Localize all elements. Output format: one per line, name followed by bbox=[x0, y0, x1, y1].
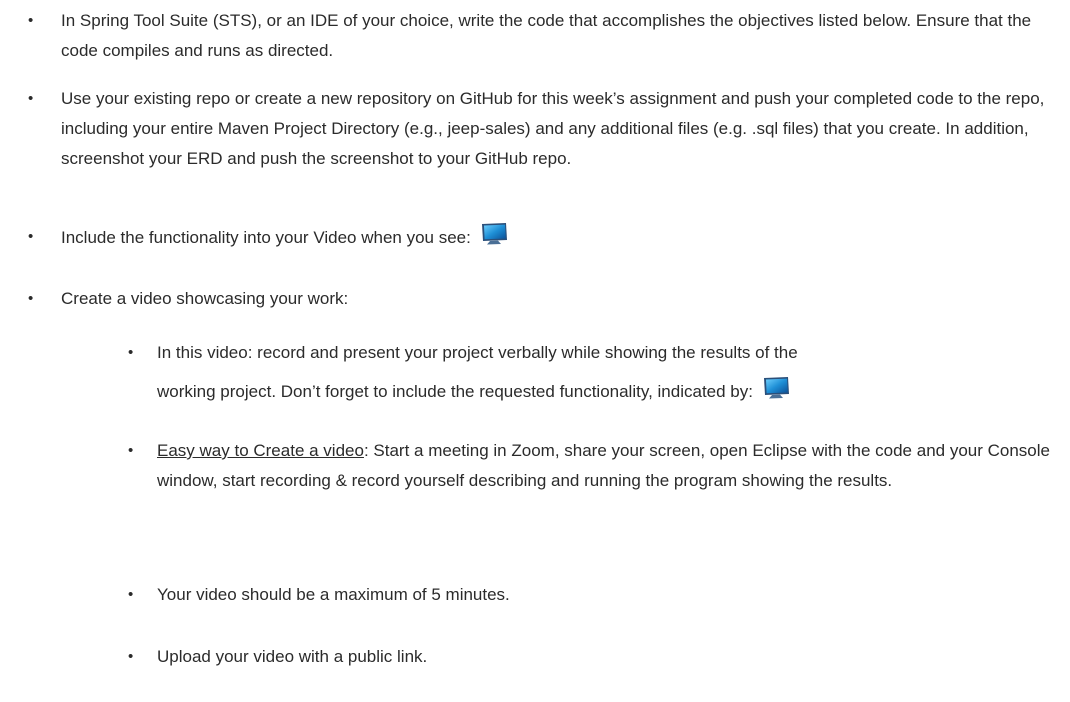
bullet: • bbox=[28, 90, 34, 107]
sub-list-item-text: Your video should be a maximum of 5 minu… bbox=[157, 585, 510, 604]
bullet: • bbox=[128, 648, 134, 665]
bullet: • bbox=[128, 442, 134, 459]
monitor-icon bbox=[763, 377, 789, 399]
sub-list-item-line: working project. Don’t forget to include… bbox=[157, 376, 1057, 407]
sub-list-item-line: In this video: record and present your p… bbox=[157, 343, 798, 362]
bullet: • bbox=[28, 290, 34, 307]
underlined-label: Easy way to Create a video bbox=[157, 441, 364, 460]
sub-list-item-label: working project. Don’t forget to include… bbox=[157, 382, 753, 401]
list-item-label: Include the functionality into your Vide… bbox=[61, 228, 471, 247]
sub-list-item-text: Upload your video with a public link. bbox=[157, 647, 428, 666]
sub-list-item-text: In this video: record and present your p… bbox=[157, 338, 1057, 407]
list-item-text: In Spring Tool Suite (STS), or an IDE of… bbox=[61, 11, 1032, 60]
sub-list-item-text: Easy way to Create a video: Start a meet… bbox=[157, 436, 1057, 496]
list-item-text: Create a video showcasing your work: bbox=[61, 289, 349, 308]
bullet: • bbox=[128, 586, 134, 603]
monitor-icon bbox=[481, 223, 507, 245]
document-page: • In Spring Tool Suite (STS), or an IDE … bbox=[0, 0, 1070, 702]
bullet: • bbox=[28, 12, 34, 29]
bullet: • bbox=[128, 344, 134, 361]
list-item-text: Use your existing repo or create a new r… bbox=[61, 89, 1045, 168]
list-item-text: Include the functionality into your Vide… bbox=[61, 222, 1051, 253]
bullet: • bbox=[28, 228, 34, 245]
